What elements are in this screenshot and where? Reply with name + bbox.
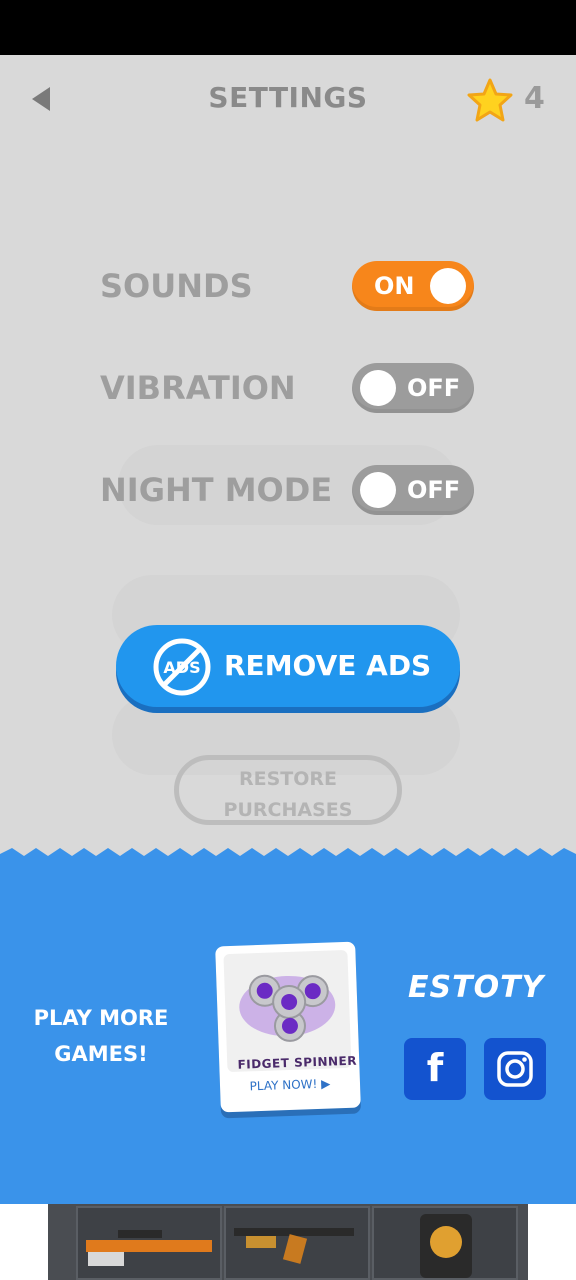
toggle-state-text: OFF [407, 374, 461, 402]
vibration-label: VIBRATION [100, 369, 296, 407]
item-pack-image [420, 1214, 472, 1278]
game-thumbnail: FIDGET SPINNER [223, 949, 357, 1073]
play-more-line1: PLAY MORE [33, 1006, 169, 1030]
restore-label-line1: RESTORE [238, 768, 337, 790]
play-now-label: PLAY NOW! [249, 1077, 318, 1094]
night-mode-toggle[interactable]: OFF [352, 465, 474, 515]
play-more-line2: GAMES! [54, 1042, 148, 1066]
toggle-state-text: OFF [407, 476, 461, 504]
remove-ads-button[interactable]: ADS REMOVE ADS [116, 625, 460, 707]
toggle-state-text: ON [374, 272, 415, 300]
rifle-image [86, 1230, 212, 1266]
game-promo-card[interactable]: FIDGET SPINNER PLAY NOW! ▶ [215, 941, 361, 1113]
ad-banner[interactable] [48, 1204, 528, 1280]
toggle-knob [360, 370, 396, 406]
toggle-knob [430, 268, 466, 304]
toggle-knob [360, 472, 396, 508]
ak-image [234, 1228, 354, 1264]
star-count: 4 [524, 81, 545, 116]
settings-panel: SETTINGS 4 SOUNDS ON VIBRATION OFF NIGHT… [0, 55, 576, 875]
night-mode-label: NIGHT MODE [100, 471, 333, 509]
remove-ads-label: REMOVE ADS [224, 649, 432, 682]
vibration-toggle[interactable]: OFF [352, 363, 474, 413]
restore-label-line2: PURCHASES [223, 799, 353, 821]
status-bar [0, 0, 576, 55]
star-icon [467, 78, 513, 122]
ad-image-rifle [76, 1206, 222, 1280]
instagram-icon [497, 1051, 533, 1087]
instagram-button[interactable] [484, 1038, 546, 1100]
play-more-games-text: PLAY MORE GAMES! [30, 1000, 172, 1072]
no-ads-icon: ADS [153, 638, 211, 696]
facebook-button[interactable]: f [404, 1038, 466, 1100]
facebook-icon: f [426, 1046, 444, 1090]
ad-image-ak [224, 1206, 370, 1280]
play-triangle-icon: ▶ [320, 1076, 331, 1091]
restore-purchases-button[interactable]: RESTORE PURCHASES [174, 755, 402, 825]
estoty-logo: ESTOTY [408, 970, 545, 1005]
game-title: FIDGET SPINNER [237, 1053, 358, 1072]
sounds-label: SOUNDS [100, 267, 253, 305]
ad-image-pack [372, 1206, 518, 1280]
fidget-spinner-icon [239, 974, 336, 1042]
zigzag-divider [0, 848, 576, 864]
play-now-link[interactable]: PLAY NOW! ▶ [220, 1076, 360, 1095]
sounds-toggle[interactable]: ON [352, 261, 474, 311]
